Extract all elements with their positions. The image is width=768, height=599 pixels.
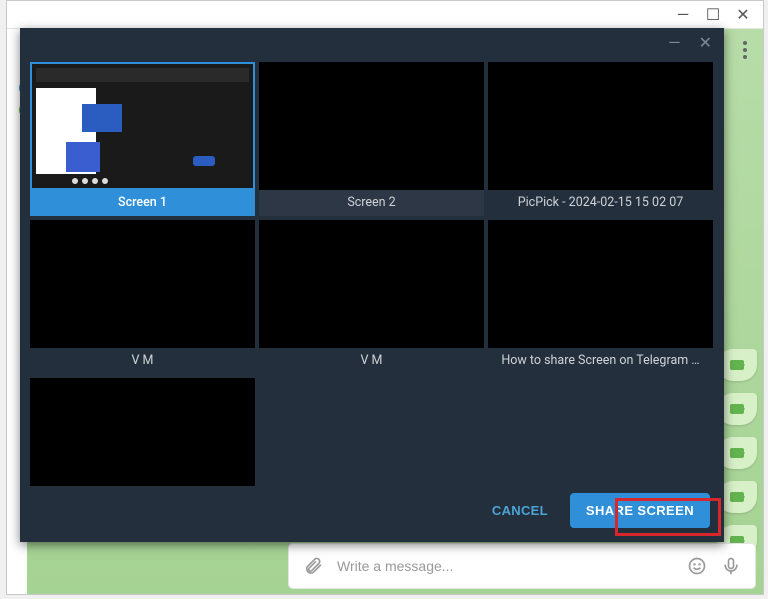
source-thumbnail [488,62,713,190]
source-label: V M [259,348,484,374]
dialog-close-button[interactable]: ✕ [699,33,712,52]
source-label: How to share Screen on Telegram … [488,348,713,374]
dialog-titlebar: — ✕ [20,28,724,56]
emoji-icon[interactable] [687,556,707,576]
message-input[interactable] [337,558,673,574]
source-tile-screen-2[interactable]: Screen 2 [259,62,484,216]
source-tile-window[interactable]: V M [259,220,484,374]
share-screen-dialog: — ✕ Screen 1 Screen 2 PicPick - 2024-02-… [20,28,724,542]
source-tile-window[interactable] [30,378,255,512]
source-thumbnail [30,378,255,486]
source-label: PicPick - 2024-02-15 15 02 07 [488,190,713,216]
source-tile-window[interactable]: How to share Screen on Telegram … [488,220,713,374]
source-thumbnail [30,220,255,348]
source-grid: Screen 1 Screen 2 PicPick - 2024-02-15 1… [20,56,724,516]
more-menu-button[interactable] [743,41,747,59]
voice-icon[interactable] [721,556,741,576]
source-label: V M [30,348,255,374]
video-icon [730,360,744,370]
source-label: Screen 1 [30,190,255,216]
source-thumbnail [259,62,484,190]
message-composer [289,544,755,588]
cancel-button[interactable]: CANCEL [488,495,552,526]
close-button[interactable]: ✕ [737,9,749,21]
source-label: Screen 2 [259,190,484,216]
video-icon [730,404,744,414]
maximize-button[interactable]: ☐ [707,9,719,21]
video-icon [730,448,744,458]
share-screen-button[interactable]: SHARE SCREEN [570,493,710,528]
dialog-minimize-button[interactable]: — [668,33,681,52]
source-thumbnail [259,220,484,348]
source-tile-window[interactable]: PicPick - 2024-02-15 15 02 07 [488,62,713,216]
source-thumbnail [488,220,713,348]
video-icon [730,492,744,502]
source-tile-window[interactable]: V M [30,220,255,374]
source-thumbnail [30,62,255,190]
source-label [30,486,255,512]
parent-window-titlebar: — ☐ ✕ [7,1,763,29]
dialog-actions: CANCEL SHARE SCREEN [488,493,710,528]
attach-icon[interactable] [303,556,323,576]
minimize-button[interactable]: — [677,9,689,21]
source-tile-screen-1[interactable]: Screen 1 [30,62,255,216]
